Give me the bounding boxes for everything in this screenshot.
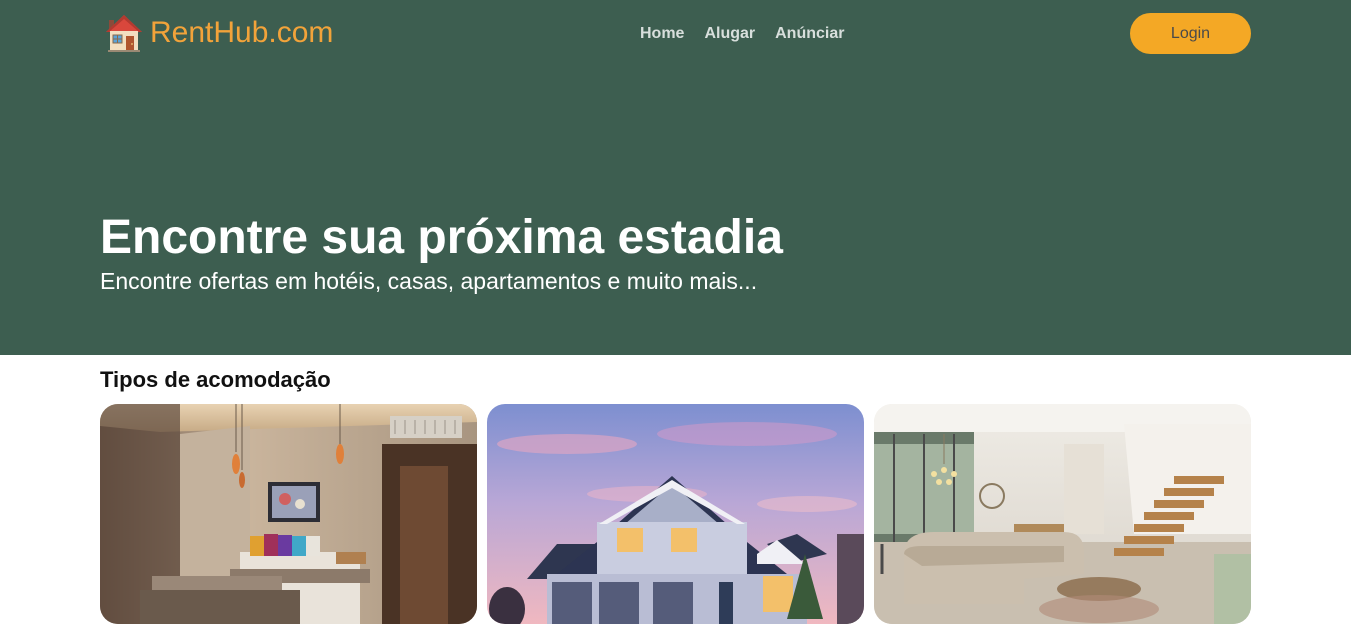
- hero-subtitle: Encontre ofertas em hotéis, casas, apart…: [100, 268, 758, 294]
- accommodation-card-apartment[interactable]: [874, 404, 1251, 624]
- apartment-interior-image: [874, 404, 1251, 624]
- nav-alugar[interactable]: Alugar: [704, 24, 755, 44]
- navbar: RentHub.com Home Alugar Anúnciar Login: [0, 0, 1351, 66]
- house-exterior-image: [487, 404, 864, 624]
- accommodation-card-hotel[interactable]: [100, 404, 477, 624]
- section-title: Tipos de acomodação: [100, 367, 331, 392]
- nav-anunciar[interactable]: Anúnciar: [775, 24, 844, 44]
- accommodation-card-house[interactable]: [487, 404, 864, 624]
- house-icon: [106, 15, 142, 52]
- hero-banner: RentHub.com Home Alugar Anúnciar Login E…: [0, 0, 1351, 355]
- logo-link[interactable]: RentHub.com: [104, 12, 333, 54]
- hero-title: Encontre sua próxima estadia: [100, 211, 783, 264]
- logo-text: RentHub.com: [150, 16, 334, 49]
- hotel-room-image: [100, 404, 477, 624]
- main-nav: Home Alugar Anúnciar: [640, 24, 844, 44]
- nav-home[interactable]: Home: [640, 24, 684, 44]
- login-button[interactable]: Login: [1130, 13, 1251, 54]
